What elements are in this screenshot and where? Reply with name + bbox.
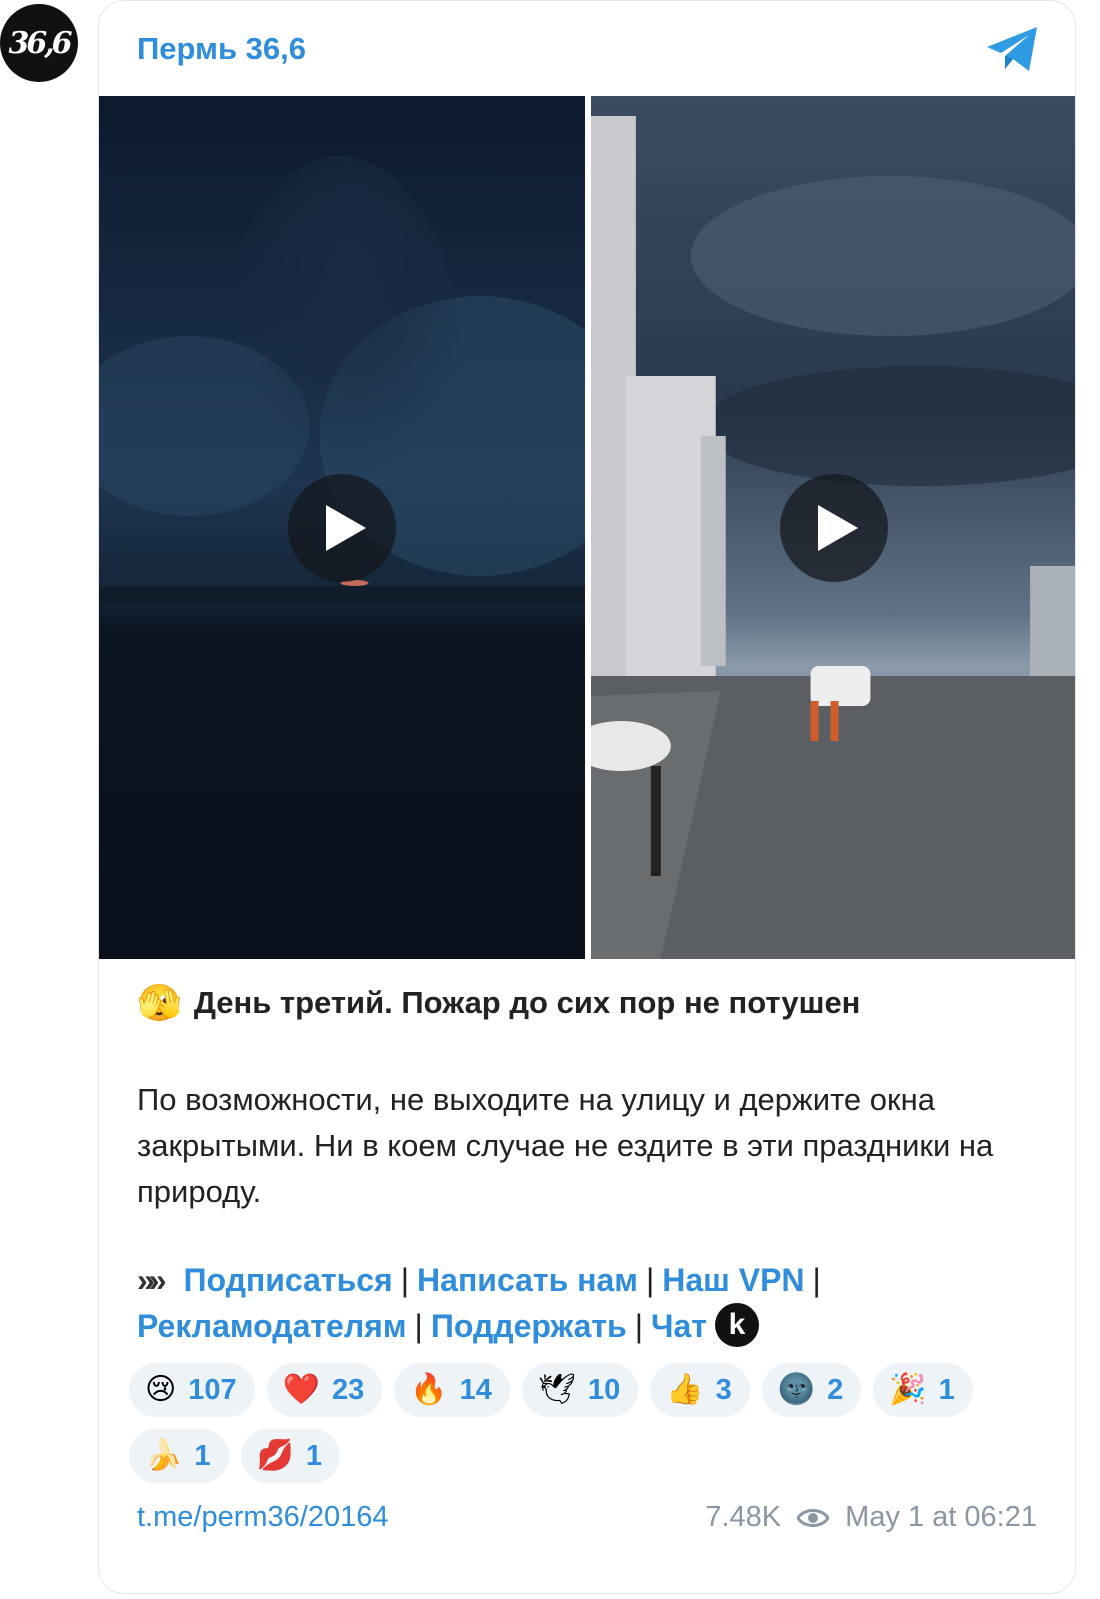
link-separator: |	[812, 1262, 821, 1298]
post-header: Пермь 36,6	[99, 1, 1075, 95]
play-button-2[interactable]	[780, 473, 888, 582]
kiss-mark-icon: 💋	[256, 1439, 294, 1472]
play-icon	[818, 504, 858, 551]
reaction-thumbs-up[interactable]: 👍 3	[650, 1363, 750, 1417]
reaction-count: 3	[715, 1373, 732, 1406]
post-body: По возможности, не выходите на улицу и д…	[137, 1082, 994, 1209]
media-gallery	[99, 96, 1075, 959]
telegram-icon[interactable]	[985, 23, 1041, 75]
link-subscribe[interactable]: Подписаться	[183, 1262, 392, 1298]
reaction-heart[interactable]: ❤️ 23	[266, 1363, 383, 1417]
reaction-count: 2	[827, 1373, 844, 1406]
link-separator: |	[634, 1308, 644, 1344]
post-card: Пермь 36,6 🫣 День третий. Пожар до сих п…	[98, 0, 1076, 1594]
link-separator: |	[414, 1308, 423, 1344]
fire-icon: 🔥	[410, 1373, 448, 1406]
post-links: »» Подписаться | Написать нам | Наш VPN | Рек…	[137, 1257, 1037, 1351]
new-moon-face-icon: 🌚	[777, 1373, 816, 1406]
reaction-count: 23	[332, 1373, 365, 1406]
dove-icon: 🕊	[537, 1373, 577, 1406]
channel-avatar[interactable]: 36,6	[0, 4, 78, 82]
play-icon	[326, 504, 366, 551]
reaction-count: 1	[938, 1373, 955, 1406]
link-vpn[interactable]: Наш VPN	[662, 1262, 804, 1298]
reaction-banana[interactable]: 🍌 1	[129, 1429, 229, 1483]
play-button-1[interactable]	[288, 473, 396, 582]
view-count: 7.48K	[705, 1501, 782, 1533]
heart-icon: ❤️	[282, 1373, 321, 1406]
reaction-count: 1	[194, 1439, 211, 1472]
reaction-moon[interactable]: 🌚 2	[761, 1363, 862, 1417]
reaction-party[interactable]: 🎉 1	[873, 1363, 973, 1417]
reactions-bar: 😢 107 ❤️ 23 🔥 14 🕊 10 👍 3 🌚 2 🎉 1 🍌 1 💋 1	[129, 1363, 1039, 1483]
reaction-count: 14	[459, 1373, 492, 1406]
eye-icon	[797, 1508, 830, 1527]
arrows-icon: »»	[137, 1262, 166, 1298]
link-separator: |	[645, 1262, 655, 1298]
video-thumbnail-1[interactable]	[99, 96, 585, 959]
k-badge-icon: k	[714, 1302, 759, 1347]
post-title-text: День третий. Пожар до сих пор не потушен	[193, 985, 861, 1020]
post-meta: 7.48K May 1 at 06:21	[705, 1501, 1037, 1534]
reaction-dove[interactable]: 🕊 10	[521, 1363, 639, 1417]
link-advertisers[interactable]: Рекламодателям	[137, 1308, 407, 1344]
banana-icon: 🍌	[145, 1439, 183, 1472]
post-title: 🫣 День третий. Пожар до сих пор не потуш…	[137, 985, 860, 1021]
link-separator: |	[400, 1262, 410, 1298]
party-popper-icon: 🎉	[889, 1373, 927, 1406]
channel-name[interactable]: Пермь 36,6	[137, 31, 306, 67]
reaction-count: 1	[305, 1439, 322, 1472]
crying-face-icon: 😢	[145, 1373, 177, 1406]
face-peeking-emoji: 🫣	[137, 982, 182, 1023]
link-support[interactable]: Поддержать	[431, 1308, 627, 1344]
reaction-fire[interactable]: 🔥 14	[394, 1363, 510, 1417]
post-date: May 1 at 06:21	[845, 1501, 1037, 1533]
reaction-count: 10	[588, 1373, 621, 1406]
thumbs-up-icon: 👍	[666, 1373, 704, 1406]
reaction-count: 107	[188, 1373, 237, 1406]
post-link[interactable]: t.me/perm36/20164	[137, 1501, 388, 1534]
reaction-crying[interactable]: 😢 107	[129, 1363, 255, 1417]
link-chat[interactable]: Чат	[651, 1308, 707, 1344]
link-write-us[interactable]: Написать нам	[417, 1262, 638, 1298]
video-thumbnail-2[interactable]	[591, 96, 1075, 959]
reaction-kiss[interactable]: 💋 1	[240, 1429, 340, 1483]
